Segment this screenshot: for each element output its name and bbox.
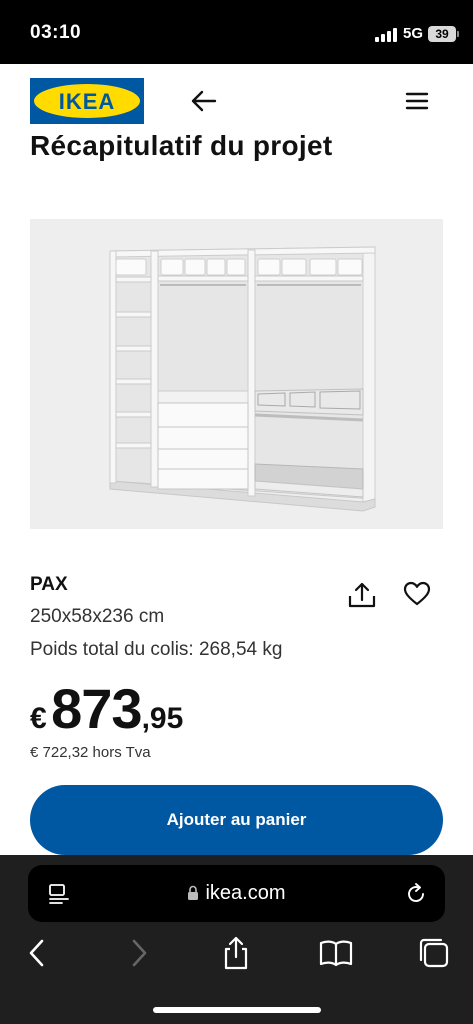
back-button[interactable] — [188, 88, 220, 114]
price-integer: 873 — [51, 677, 142, 740]
hamburger-menu-icon — [405, 92, 429, 110]
product-price: € 873,95 — [30, 676, 184, 740]
add-to-cart-button[interactable]: Ajouter au panier — [30, 785, 443, 855]
site-header: IKEA — [0, 64, 473, 136]
address-bar[interactable]: ikea.com — [28, 865, 445, 922]
status-time: 03:10 — [30, 22, 82, 43]
home-indicator[interactable] — [153, 1007, 321, 1013]
wardrobe-illustration — [109, 246, 376, 512]
price-excl-vat: € 722,32 hors Tva — [30, 744, 151, 761]
signal-icon — [375, 28, 397, 42]
bookmarks-icon[interactable] — [318, 935, 354, 971]
battery-tip — [457, 31, 459, 37]
tabs-icon[interactable] — [416, 935, 452, 971]
back-icon[interactable] — [20, 935, 56, 971]
product-name: PAX — [30, 574, 68, 595]
forward-icon[interactable] — [120, 935, 156, 971]
network-type: 5G — [403, 25, 424, 42]
price-decimal: ,95 — [141, 702, 184, 735]
browser-share-icon[interactable] — [218, 935, 254, 971]
menu-button[interactable] — [404, 90, 430, 112]
page-title: Récapitulatif du projet — [30, 130, 333, 161]
ikea-logo[interactable]: IKEA — [30, 78, 144, 124]
share-button[interactable] — [346, 580, 378, 610]
reload-icon[interactable] — [405, 882, 427, 906]
heart-icon — [403, 581, 431, 606]
product-weight: Poids total du colis: 268,54 kg — [30, 639, 283, 660]
favourite-button[interactable] — [402, 580, 432, 608]
logo-text: IKEA — [58, 89, 116, 114]
url-text: ikea.com — [205, 882, 286, 904]
lock-icon — [188, 885, 199, 900]
browser-toolbar: ikea.com — [0, 855, 473, 1024]
price-currency: € — [30, 702, 47, 735]
share-icon — [348, 582, 376, 608]
product-dimensions: 250x58x236 cm — [30, 606, 165, 627]
status-bar: 03:10 5G 39 — [0, 0, 473, 64]
battery-icon: 39 — [428, 26, 456, 42]
product-image[interactable] — [30, 219, 443, 529]
url-display[interactable]: ikea.com — [28, 865, 445, 922]
back-arrow-icon — [191, 90, 217, 112]
